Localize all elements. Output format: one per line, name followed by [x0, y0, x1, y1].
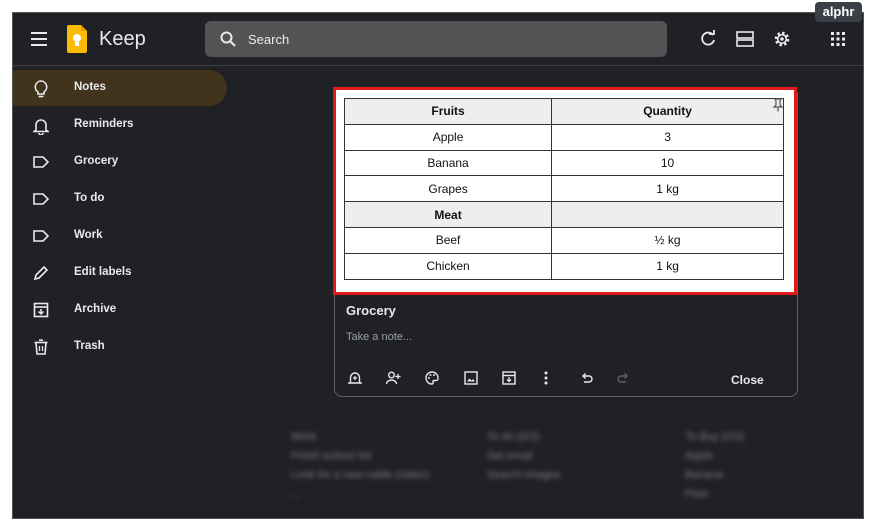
apps-grid-icon[interactable] [831, 32, 845, 46]
remind-icon[interactable] [348, 371, 362, 385]
background-note-line: Apple [685, 450, 714, 462]
table-cell[interactable] [551, 201, 784, 228]
table-cell[interactable]: 1 kg [551, 175, 784, 203]
sidebar-item-label: Edit labels [74, 266, 132, 278]
refresh-icon[interactable] [699, 30, 717, 48]
sidebar-item-work[interactable]: Work [13, 218, 227, 254]
sidebar-item-label: Grocery [74, 155, 119, 167]
background-note-column: To Buy (0/3) Apple Banana Pear [685, 431, 863, 507]
background-note-line: Banana [685, 469, 723, 481]
table-cell[interactable]: Meat [343, 201, 553, 228]
sidebar-item-archive[interactable]: Archive [13, 292, 227, 328]
background-note-line: ... [291, 488, 301, 500]
label-icon [33, 193, 49, 205]
background-note-line: Finish school list [291, 450, 372, 462]
trash-icon [34, 339, 48, 355]
sidebar-item-notes[interactable]: Notes [13, 70, 227, 106]
background-note-line: Search images [487, 469, 561, 481]
keep-window: Keep Search Notes Reminders Grocery To d… [12, 12, 864, 519]
background-note-line: Set email [487, 450, 533, 462]
table-row: Apple 3 [343, 123, 784, 151]
label-icon [33, 230, 49, 242]
grocery-table[interactable]: Fruits Quantity Apple 3 Banana 10 Grapes… [343, 98, 784, 280]
more-icon[interactable] [543, 371, 549, 385]
table-row: Meat [343, 201, 784, 228]
top-bar: Keep Search [13, 13, 863, 66]
background-note-line: Pear [685, 488, 709, 500]
table-header-row: Fruits Quantity [343, 98, 784, 125]
bell-icon [33, 119, 49, 135]
sidebar-item-label: To do [74, 192, 105, 204]
menu-icon[interactable] [31, 31, 49, 47]
table-cell[interactable]: Chicken [343, 252, 553, 280]
keep-logo-icon [67, 25, 87, 53]
table-row: Grapes 1 kg [343, 175, 784, 203]
search-input[interactable]: Search [248, 32, 289, 47]
table-cell[interactable]: 1 kg [551, 252, 784, 280]
image-icon[interactable] [464, 371, 478, 385]
table-row: Beef ½ kg [343, 226, 784, 254]
background-note-column: To do (0/3) Set email Search images [487, 431, 667, 488]
archive-icon [33, 302, 49, 318]
background-note-line: To do (0/3) [487, 431, 540, 443]
search-bar[interactable]: Search [205, 21, 667, 57]
background-note-line: Work [291, 431, 317, 443]
pin-icon[interactable] [772, 98, 784, 112]
list-view-icon[interactable] [736, 31, 754, 47]
table-cell[interactable]: Grapes [343, 175, 553, 203]
background-note-column: Work Finish school list Look for a new c… [291, 431, 471, 507]
sidebar-item-label: Reminders [74, 118, 134, 130]
sidebar-item-label: Notes [74, 81, 106, 93]
table-header-cell[interactable]: Fruits [343, 98, 553, 125]
watermark-logo: alphr [815, 2, 862, 22]
label-icon [33, 156, 49, 168]
app-title: Keep [99, 28, 146, 50]
table-row: Chicken 1 kg [343, 252, 784, 280]
table-header-cell[interactable]: Quantity [551, 98, 784, 125]
sidebar-item-reminders[interactable]: Reminders [13, 107, 227, 143]
settings-gear-icon[interactable] [773, 30, 791, 48]
archive-icon[interactable] [502, 371, 516, 385]
close-button[interactable]: Close [725, 371, 770, 389]
note-body-input[interactable]: Take a note... [346, 331, 412, 343]
sidebar-item-trash[interactable]: Trash [13, 329, 227, 365]
sidebar-item-to-do[interactable]: To do [13, 181, 227, 217]
redo-icon[interactable] [617, 371, 631, 385]
table-cell[interactable]: ½ kg [551, 226, 784, 254]
background-notes: Work Finish school list Look for a new c… [275, 431, 863, 518]
lightbulb-icon [34, 80, 48, 98]
palette-icon[interactable] [425, 371, 439, 385]
background-note-line: To Buy (0/3) [685, 431, 745, 443]
undo-icon[interactable] [579, 371, 593, 385]
pencil-icon [33, 265, 49, 281]
background-note-line: Look for a new cable (video) [291, 469, 430, 481]
table-cell[interactable]: Apple [343, 123, 553, 151]
sidebar-item-label: Trash [74, 340, 105, 352]
search-icon[interactable] [220, 31, 236, 47]
table-cell[interactable]: Beef [343, 226, 553, 254]
sidebar-item-edit-labels[interactable]: Edit labels [13, 255, 227, 291]
note-title[interactable]: Grocery [346, 303, 396, 318]
note-table-highlight: Fruits Quantity Apple 3 Banana 10 Grapes… [333, 87, 797, 295]
sidebar-item-grocery[interactable]: Grocery [13, 144, 227, 180]
sidebar-item-label: Work [74, 229, 103, 241]
table-cell[interactable]: 3 [551, 123, 784, 151]
table-cell[interactable]: Banana [343, 149, 553, 177]
collaborator-icon[interactable] [386, 371, 401, 385]
table-row: Banana 10 [343, 149, 784, 177]
table-cell[interactable]: 10 [551, 149, 784, 177]
sidebar-item-label: Archive [74, 303, 117, 315]
